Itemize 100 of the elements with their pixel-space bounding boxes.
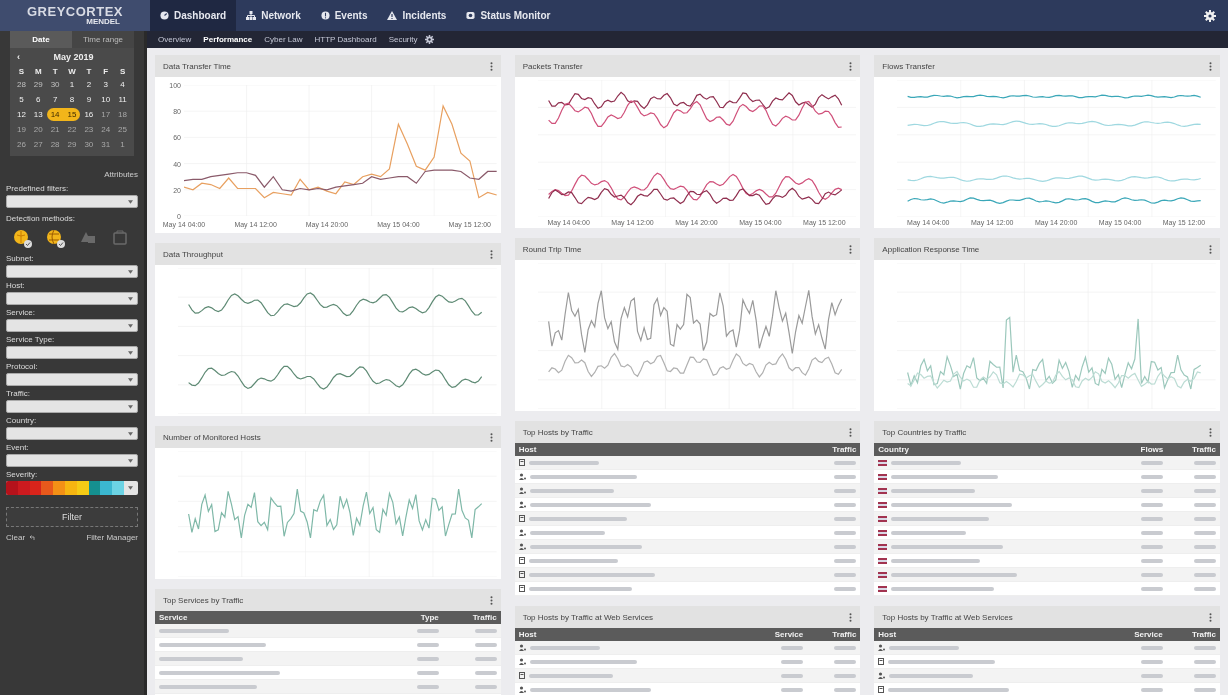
nav-tab[interactable]: Status Monitor: [456, 0, 561, 31]
column-header[interactable]: Host: [514, 443, 798, 456]
blurred-text: [1140, 659, 1163, 664]
sub-nav-tab[interactable]: Overview: [153, 35, 197, 44]
field-label: Detection methods:: [6, 214, 76, 223]
nav-tab[interactable]: Network: [236, 0, 311, 31]
calendar-day[interactable]: 8: [63, 93, 81, 106]
more-vertical-icon[interactable]: [849, 427, 853, 437]
sub-nav-tab[interactable]: HTTP Dashboard: [309, 35, 382, 44]
more-vertical-icon[interactable]: [489, 595, 493, 605]
column-header[interactable]: Service: [155, 611, 389, 624]
column-header[interactable]: Host: [514, 628, 747, 641]
blurred-text: [834, 502, 857, 507]
user-icon: [518, 529, 526, 536]
dropdown-field[interactable]: [6, 195, 138, 208]
column-header[interactable]: Traffic: [797, 443, 861, 456]
weekday-label: M: [33, 67, 43, 76]
dropdown-field[interactable]: [6, 454, 138, 467]
blurred-text: [781, 645, 804, 650]
nav-tab[interactable]: Events: [310, 0, 378, 31]
blurred-text: [1140, 687, 1163, 692]
column-header[interactable]: Traffic: [442, 611, 501, 624]
blurred-text: [1194, 516, 1216, 521]
column-header[interactable]: Service: [746, 628, 808, 641]
undo-icon[interactable]: [29, 535, 36, 540]
filter-button[interactable]: Filter: [6, 507, 138, 527]
weekday-label: S: [118, 67, 127, 76]
blurred-text: [416, 670, 439, 675]
calendar-day[interactable]: 6: [29, 93, 47, 106]
column-header[interactable]: Country: [874, 443, 1117, 456]
filter-manager-link[interactable]: Filter Manager: [86, 533, 138, 542]
date-mode-tab[interactable]: Date: [10, 31, 72, 48]
blurred-text: [528, 460, 599, 465]
calendar-day[interactable]: 5: [13, 93, 30, 106]
user-icon: [518, 658, 526, 665]
blurred-text: [1194, 687, 1216, 692]
dropdown-field[interactable]: [6, 292, 138, 305]
more-vertical-icon[interactable]: [1209, 61, 1212, 71]
dropdown-field[interactable]: [6, 400, 138, 413]
more-vertical-icon[interactable]: [489, 249, 493, 259]
blurred-text: [891, 460, 962, 465]
more-vertical-icon[interactable]: [489, 61, 493, 71]
calendar-day[interactable]: 12: [13, 108, 30, 121]
settings-icon[interactable]: [424, 35, 434, 44]
calendar-day[interactable]: 13: [29, 108, 47, 121]
logo-subtext: MENDEL: [86, 18, 120, 26]
attributes-link[interactable]: Attributes: [104, 170, 138, 179]
calendar-day[interactable]: 4: [114, 78, 131, 91]
column-header[interactable]: Traffic: [1166, 628, 1220, 641]
blurred-text: [1141, 558, 1164, 563]
severity-selector[interactable]: [6, 481, 138, 495]
column-header[interactable]: Host: [874, 628, 1106, 641]
calendar-day[interactable]: 9: [80, 93, 98, 106]
weekday-label: S: [17, 67, 26, 76]
dropdown-field[interactable]: [6, 265, 138, 278]
more-vertical-icon[interactable]: [1209, 244, 1212, 254]
settings-icon[interactable]: [1204, 9, 1216, 22]
blurred-text: [834, 687, 857, 692]
nav-tab[interactable]: Incidents: [377, 0, 457, 31]
more-vertical-icon[interactable]: [489, 432, 493, 442]
nav-tab[interactable]: Dashboard: [150, 0, 237, 31]
sub-nav-tab[interactable]: Security: [383, 35, 423, 44]
dropdown-field[interactable]: [6, 319, 138, 332]
panel-title: Top Hosts by Traffic: [522, 427, 593, 437]
blurred-text: [474, 684, 497, 689]
more-vertical-icon[interactable]: [849, 61, 853, 71]
calendar-day[interactable]: 2: [80, 78, 98, 91]
blurred-text: [416, 642, 439, 647]
calendar-day[interactable]: 3: [97, 78, 115, 91]
clear-link[interactable]: Clear: [6, 533, 26, 542]
more-vertical-icon[interactable]: [849, 612, 853, 622]
detection-method-icon[interactable]: [12, 229, 33, 249]
sub-nav-tab[interactable]: Cyber Law: [259, 35, 308, 44]
date-mode-tab[interactable]: Time range: [72, 31, 134, 48]
column-header[interactable]: Traffic: [1167, 443, 1220, 456]
detection-method-icon[interactable]: [45, 229, 66, 249]
calendar-day[interactable]: 11: [114, 93, 131, 106]
calendar-day[interactable]: 1: [63, 78, 81, 91]
calendar-day[interactable]: 16: [80, 108, 98, 121]
column-header[interactable]: Service: [1105, 628, 1167, 641]
calendar-day[interactable]: 28: [13, 78, 30, 91]
more-vertical-icon[interactable]: [849, 244, 853, 254]
dropdown-field[interactable]: [6, 373, 138, 386]
blurred-text: [781, 687, 804, 692]
more-vertical-icon[interactable]: [1209, 612, 1212, 622]
calendar-day[interactable]: 10: [97, 93, 115, 106]
dropdown-field[interactable]: [6, 346, 138, 359]
blurred-text: [834, 558, 857, 563]
dropdown-field[interactable]: [6, 427, 138, 440]
sub-nav-tab[interactable]: Performance: [198, 35, 258, 44]
calendar-day[interactable]: 14: [46, 108, 64, 121]
calendar-day[interactable]: 30: [46, 78, 64, 91]
more-vertical-icon[interactable]: [1209, 427, 1212, 437]
column-header[interactable]: Traffic: [807, 628, 861, 641]
blurred-text: [834, 659, 857, 664]
column-header[interactable]: Type: [388, 611, 443, 624]
column-header[interactable]: Flows: [1116, 443, 1168, 456]
previous-month-button[interactable]: ‹: [17, 52, 20, 62]
calendar-day[interactable]: 7: [46, 93, 64, 106]
calendar-day[interactable]: 29: [29, 78, 47, 91]
